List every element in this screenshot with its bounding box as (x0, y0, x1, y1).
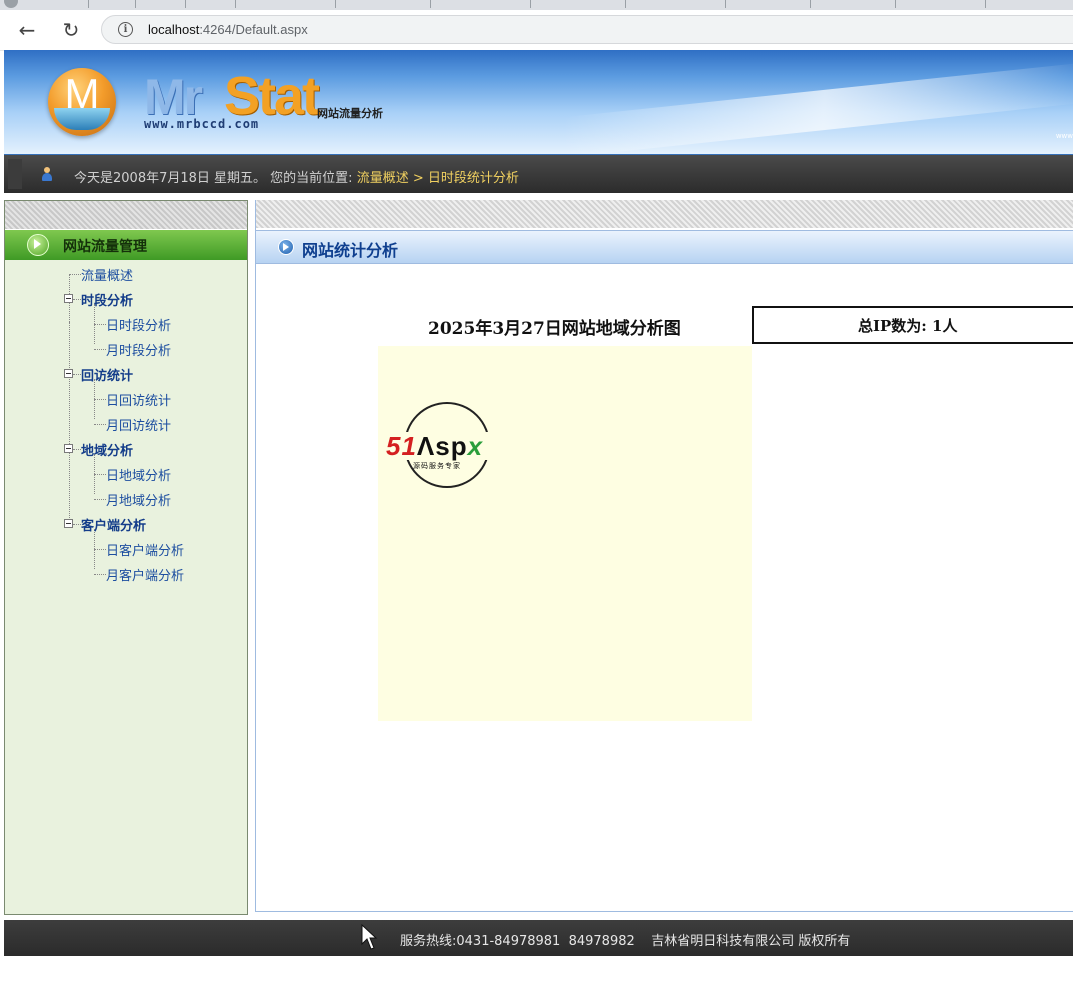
arrow-circle-icon (27, 234, 49, 256)
current-location: 流量概述 > 日时段统计分析 (356, 171, 519, 186)
status-text: 今天是2008年7月18日 星期五。 您的当前位置: 流量概述 > 日时段统计分… (74, 167, 519, 186)
nav-region-analysis[interactable]: 地域分析 (81, 440, 133, 459)
logo-url: www.mrbccd.com (144, 117, 260, 131)
sidebar: 网站流量管理 流量概述 时段分析 日时段分析 月时段分析 回访统计 日回访统计 … (4, 200, 248, 915)
chart-area: 51Λspx 源码服务专家 (378, 346, 752, 721)
ip-total-text: 总IP数为: 1人 (858, 317, 958, 335)
back-arrow-icon[interactable]: ← (13, 16, 41, 44)
browser-tab-strip (0, 0, 1073, 10)
address-bar[interactable]: i localhost:4264/Default.aspx (101, 15, 1073, 44)
user-icon (42, 167, 52, 181)
logo-letter: M (64, 70, 100, 117)
page-frame: M Mr Stat 网站流量分析 www.mrbccd.com www 今天是2… (4, 50, 1073, 988)
nav-monthly-time-analysis[interactable]: 月时段分析 (106, 340, 171, 359)
url-host: localhost (148, 22, 200, 37)
logo-text-stat: Stat (224, 66, 320, 126)
nav-daily-region[interactable]: 日地域分析 (106, 465, 171, 484)
nav-tree: 流量概述 时段分析 日时段分析 月时段分析 回访统计 日回访统计 月回访统计 地… (5, 260, 247, 920)
collapse-icon[interactable] (64, 294, 73, 303)
url-path: :4264/Default.aspx (199, 22, 308, 37)
nav-daily-revisit[interactable]: 日回访统计 (106, 390, 171, 409)
sidebar-header-label: 网站流量管理 (63, 239, 147, 255)
content-header: 网站统计分析 (256, 230, 1073, 264)
nav-daily-client[interactable]: 日客户端分析 (106, 540, 184, 559)
nav-revisit-stats[interactable]: 回访统计 (81, 365, 133, 384)
nav-client-analysis[interactable]: 客户端分析 (81, 515, 146, 534)
logo-globe-icon: M (48, 68, 116, 136)
status-bar: 今天是2008年7月18日 星期五。 您的当前位置: 流量概述 > 日时段统计分… (4, 155, 1073, 193)
nav-daily-time-analysis[interactable]: 日时段分析 (106, 315, 171, 334)
reload-icon[interactable]: ↻ (57, 16, 85, 44)
watermark-a: Λ (416, 431, 436, 461)
collapse-icon[interactable] (64, 369, 73, 378)
date-text: 今天是2008年7月18日 星期五。 您的当前位置: (74, 171, 357, 186)
chart-title: 2025年3月27日网站地域分析图 (428, 319, 681, 339)
logo-subtitle: 网站流量分析 (317, 107, 383, 120)
collapse-icon[interactable] (64, 519, 73, 528)
banner-right-text: www (1055, 132, 1073, 140)
footer: 服务热线:0431-84978981 84978982 吉林省明日科技有限公司 … (4, 920, 1073, 956)
watermark-51: 51 (386, 431, 417, 461)
site-banner: M Mr Stat 网站流量分析 www.mrbccd.com www (4, 50, 1073, 155)
nav-monthly-client[interactable]: 月客户端分析 (106, 565, 184, 584)
nav-monthly-region[interactable]: 月地域分析 (106, 490, 171, 509)
nav-monthly-revisit[interactable]: 月回访统计 (106, 415, 171, 434)
site-info-icon[interactable]: i (118, 22, 133, 37)
watermark-x: x (467, 431, 484, 461)
footer-text: 服务热线:0431-84978981 84978982 吉林省明日科技有限公司 … (400, 934, 851, 949)
url-text[interactable]: localhost:4264/Default.aspx (148, 22, 308, 37)
content-title: 网站统计分析 (302, 241, 399, 260)
main-content: 网站统计分析 2025年3月27日网站地域分析图 总IP数为: 1人 51Λsp… (255, 200, 1073, 912)
sidebar-header[interactable]: 网站流量管理 (5, 229, 247, 260)
arrow-circle-icon (278, 239, 294, 255)
nav-traffic-overview[interactable]: 流量概述 (81, 265, 133, 284)
collapse-icon[interactable] (64, 444, 73, 453)
ip-total-box: 总IP数为: 1人 (752, 306, 1073, 344)
nav-time-analysis[interactable]: 时段分析 (81, 290, 133, 309)
logo-text-mr: Mr (144, 69, 203, 125)
watermark-tagline: 源码服务专家 (413, 462, 461, 470)
window-control-icon[interactable] (4, 0, 18, 8)
watermark-sp: sp (435, 431, 468, 461)
watermark-logo: 51Λspx 源码服务专家 (386, 402, 516, 494)
mouse-cursor-icon (361, 924, 378, 950)
browser-toolbar: ← ↻ i localhost:4264/Default.aspx (0, 10, 1073, 51)
